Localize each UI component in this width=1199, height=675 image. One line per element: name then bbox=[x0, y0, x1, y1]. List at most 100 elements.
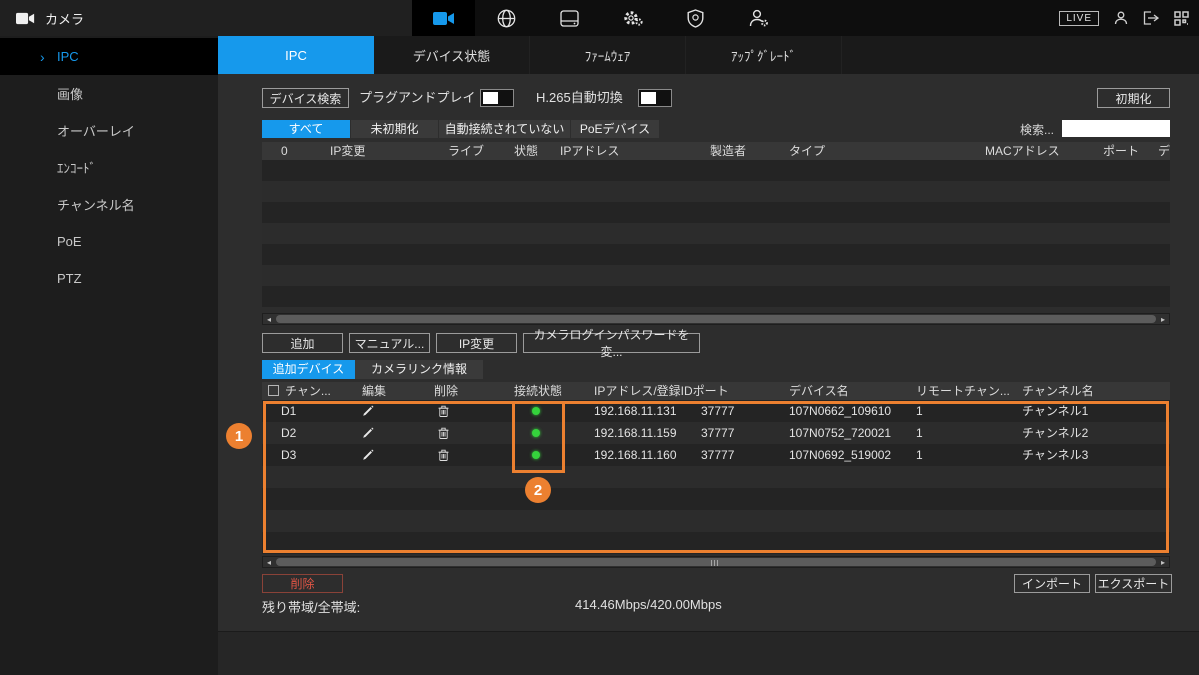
change-camera-password-button[interactable]: カメラログインパスワードを変... bbox=[523, 333, 700, 353]
ip-cell: 192.168.11.159 bbox=[594, 422, 677, 444]
tab-device-status[interactable]: デバイス状態 bbox=[374, 36, 530, 74]
channel-name-cell: チャンネル2 bbox=[1022, 422, 1088, 444]
remote-channel-cell: 1 bbox=[916, 422, 923, 444]
sidebar-item-ipc[interactable]: › IPC bbox=[0, 38, 218, 75]
delete-trash-icon[interactable] bbox=[438, 449, 449, 461]
edit-pencil-icon[interactable] bbox=[362, 449, 374, 461]
live-badge[interactable]: LIVE bbox=[1059, 11, 1099, 26]
tab-firmware[interactable]: ﾌｧｰﾑｳｪｱ bbox=[530, 36, 686, 74]
filter-all[interactable]: すべて bbox=[262, 120, 350, 138]
initialize-button[interactable]: 初期化 bbox=[1097, 88, 1170, 108]
tab-ipc[interactable]: IPC bbox=[218, 36, 374, 74]
subtab-camera-link-info[interactable]: カメラリンク情報 bbox=[355, 360, 483, 379]
device-row-d3[interactable]: D3 192.168.11.160 37777 107N0692_519002 … bbox=[262, 444, 1170, 466]
device-row-d2[interactable]: D2 192.168.11.159 37777 107N0752_720021 … bbox=[262, 422, 1170, 444]
col-manufacturer: 製造者 bbox=[710, 142, 746, 160]
sidebar-item-image[interactable]: 画像 bbox=[0, 75, 218, 112]
nav-storage[interactable] bbox=[538, 0, 601, 36]
sidebar-item-overlay[interactable]: オーバーレイ bbox=[0, 112, 218, 149]
sidebar-item-label: PTZ bbox=[57, 271, 82, 286]
settings-icon bbox=[623, 9, 643, 27]
search-table-body bbox=[262, 160, 1170, 307]
scrollbar-grip bbox=[711, 560, 720, 566]
nav-camera[interactable] bbox=[412, 0, 475, 36]
search-table-scrollbar[interactable]: ◂ ▸ bbox=[262, 313, 1170, 325]
col-edit: 編集 bbox=[362, 382, 386, 400]
ip-change-button[interactable]: IP変更 bbox=[436, 333, 517, 353]
added-table-header: チャン... 編集 削除 接続状態 IPアドレス/登録IDポート デバイス名 リ… bbox=[262, 382, 1170, 400]
remote-channel-cell: 1 bbox=[916, 400, 923, 422]
added-table-scrollbar[interactable]: ◂ ▸ bbox=[262, 556, 1170, 568]
nav-account[interactable] bbox=[727, 0, 790, 36]
topnav bbox=[412, 0, 790, 36]
topbar-title-area: カメラ bbox=[0, 0, 412, 36]
col-status: 状態 bbox=[514, 142, 538, 160]
device-row-d1[interactable]: D1 192.168.11.131 37777 107N0662_109610 … bbox=[262, 400, 1170, 422]
scroll-right-icon[interactable]: ▸ bbox=[1157, 557, 1169, 567]
export-button[interactable]: エクスポート bbox=[1095, 574, 1172, 593]
import-button[interactable]: インポート bbox=[1014, 574, 1090, 593]
camera-ipc-page: カメラ bbox=[0, 0, 1199, 675]
sidebar-item-channel-name[interactable]: チャンネル名 bbox=[0, 186, 218, 223]
sidebar-item-label: ｴﾝｺｰﾄﾞ bbox=[57, 158, 96, 177]
search-label: 検索... bbox=[1020, 121, 1054, 138]
empty-row bbox=[262, 223, 1170, 244]
topbar: カメラ bbox=[0, 0, 1199, 36]
remote-channel-cell: 1 bbox=[916, 444, 923, 466]
sidebar-item-encode[interactable]: ｴﾝｺｰﾄﾞ bbox=[0, 149, 218, 186]
delete-trash-icon[interactable] bbox=[438, 405, 449, 417]
delete-button[interactable]: 削除 bbox=[262, 574, 343, 593]
main-content: デバイス検索 プラグアンドプレイ H.265自動切換 初期化 すべて 未初期化 … bbox=[218, 74, 1199, 675]
added-device-table: チャン... 編集 削除 接続状態 IPアドレス/登録IDポート デバイス名 リ… bbox=[262, 382, 1170, 554]
camera-title-icon bbox=[16, 12, 35, 25]
sidebar: › IPC 画像 オーバーレイ ｴﾝｺｰﾄﾞ チャンネル名 PoE PTZ bbox=[0, 36, 218, 675]
page-title: カメラ bbox=[45, 9, 84, 28]
scroll-right-icon[interactable]: ▸ bbox=[1157, 314, 1169, 324]
h265-auto-toggle[interactable] bbox=[638, 89, 672, 107]
channel-cell: D2 bbox=[281, 422, 296, 444]
select-all-checkbox[interactable] bbox=[268, 385, 279, 396]
edit-pencil-icon[interactable] bbox=[362, 427, 374, 439]
search-table-header: 0 IP変更 ライブ 状態 IPアドレス 製造者 タイプ MACアドレス ポート… bbox=[262, 142, 1170, 160]
scrollbar-thumb[interactable] bbox=[276, 558, 1156, 566]
filter-poe-device[interactable]: PoEデバイス bbox=[571, 120, 659, 138]
sidebar-item-ptz[interactable]: PTZ bbox=[0, 260, 218, 297]
filter-uninitialized[interactable]: 未初期化 bbox=[351, 120, 438, 138]
sidebar-item-poe[interactable]: PoE bbox=[0, 223, 218, 260]
security-shield-icon bbox=[687, 9, 704, 28]
col-mac-address: MACアドレス bbox=[985, 142, 1060, 160]
scrollbar-thumb[interactable] bbox=[276, 315, 1156, 323]
network-icon bbox=[497, 9, 516, 28]
add-button[interactable]: 追加 bbox=[262, 333, 343, 353]
col-channel-name: チャンネル名 bbox=[1022, 382, 1094, 400]
grid-icon[interactable] bbox=[1174, 11, 1189, 26]
plug-and-play-toggle[interactable] bbox=[480, 89, 514, 107]
scroll-left-icon[interactable]: ◂ bbox=[263, 557, 275, 567]
tab-upgrade[interactable]: ｱｯﾌﾟｸﾞﾚｰﾄﾞ bbox=[686, 36, 842, 74]
nav-security[interactable] bbox=[664, 0, 727, 36]
col-live: ライブ bbox=[448, 142, 484, 160]
nav-network[interactable] bbox=[475, 0, 538, 36]
logout-icon[interactable] bbox=[1143, 11, 1159, 25]
topbar-right: LIVE bbox=[1059, 0, 1189, 36]
col-ip-change: IP変更 bbox=[330, 142, 365, 160]
edit-pencil-icon[interactable] bbox=[362, 405, 374, 417]
device-search-button[interactable]: デバイス検索 bbox=[262, 88, 349, 108]
subtab-added-device[interactable]: 追加デバイス bbox=[262, 360, 355, 379]
account-icon bbox=[749, 9, 769, 27]
filter-not-auto-connected[interactable]: 自動接続されていない bbox=[439, 120, 570, 138]
empty-row bbox=[262, 286, 1170, 307]
scroll-left-icon[interactable]: ◂ bbox=[263, 314, 275, 324]
col-delete: 削除 bbox=[434, 382, 458, 400]
delete-trash-icon[interactable] bbox=[438, 427, 449, 439]
nav-system[interactable] bbox=[601, 0, 664, 36]
user-icon[interactable] bbox=[1114, 11, 1128, 25]
search-input[interactable] bbox=[1062, 120, 1170, 137]
empty-row bbox=[262, 181, 1170, 202]
device-name-cell: 107N0752_720021 bbox=[789, 422, 891, 444]
col-type: タイプ bbox=[789, 142, 825, 160]
col-ip-address: IPアドレス bbox=[560, 142, 619, 160]
port-cell: 37777 bbox=[701, 422, 734, 444]
camera-icon bbox=[433, 11, 455, 26]
manual-add-button[interactable]: マニュアル... bbox=[349, 333, 430, 353]
